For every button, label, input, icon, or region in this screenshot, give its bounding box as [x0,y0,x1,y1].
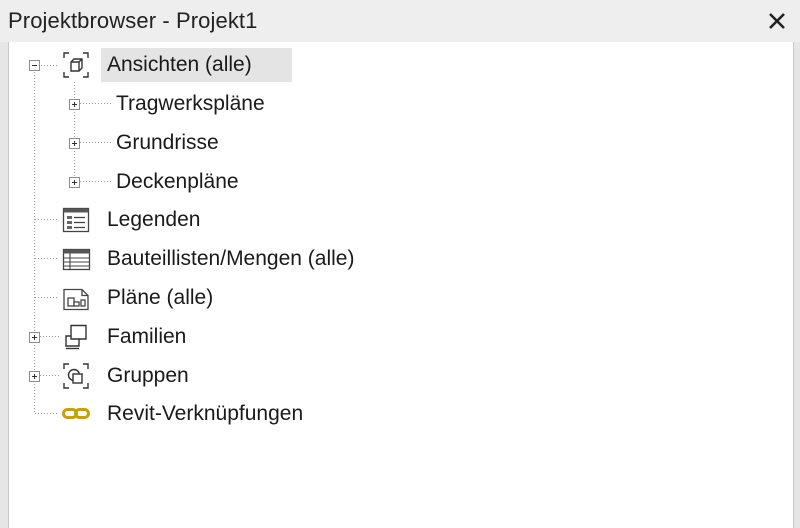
tree-node-label: Pläne (alle) [107,286,214,309]
close-icon[interactable] [762,6,792,36]
tree-node-deckenplaene[interactable]: Deckenpläne [9,166,329,198]
groups-icon [61,361,91,391]
expand-icon[interactable] [29,371,40,382]
tree-node-tragwerksplaene[interactable]: Tragwerkspläne [9,88,329,120]
tree-node-plaene[interactable]: Pläne (alle) [9,282,329,314]
expand-icon[interactable] [69,177,80,188]
tree-node-label: Bauteillisten/Mengen (alle) [107,247,355,270]
tree-node-label: Legenden [107,208,201,231]
window-title: Projektbrowser - Projekt1 [8,8,258,33]
tree-node-label: Grundrisse [116,131,219,154]
tree-node-grundrisse[interactable]: Grundrisse [9,127,329,159]
sheets-icon [61,283,91,313]
revit-links-icon [61,399,91,429]
title-bar: Projektbrowser - Projekt1 [0,0,800,42]
tree-node-label: Deckenpläne [116,170,239,193]
expand-icon[interactable] [69,99,80,110]
expand-icon[interactable] [69,138,80,149]
tree-node-ansichten[interactable]: Ansichten (alle) [9,49,309,81]
tree-node-revit-links[interactable]: Revit-Verknüpfungen [9,398,409,430]
tree-node-bauteillisten[interactable]: Bauteillisten/Mengen (alle) [9,243,449,275]
families-icon [61,322,91,352]
collapse-icon[interactable] [29,60,40,71]
tree-node-label: Tragwerkspläne [116,92,265,115]
tree-node-gruppen[interactable]: Gruppen [9,360,329,392]
tree-node-legenden[interactable]: Legenden [9,204,329,236]
tree-node-label: Revit-Verknüpfungen [107,402,304,425]
legend-icon [61,205,91,235]
tree-node-label: Familien [107,325,187,348]
tree-node-label: Ansichten (alle) [107,53,252,76]
project-browser-panel: Ansichten (alle) Tragwerkspläne Grundris… [8,42,794,528]
project-tree: Ansichten (alle) Tragwerkspläne Grundris… [9,42,793,528]
tree-node-label: Gruppen [107,364,189,387]
views-icon [61,50,91,80]
expand-icon[interactable] [29,332,40,343]
tree-node-familien[interactable]: Familien [9,321,329,353]
schedule-icon [61,244,91,274]
